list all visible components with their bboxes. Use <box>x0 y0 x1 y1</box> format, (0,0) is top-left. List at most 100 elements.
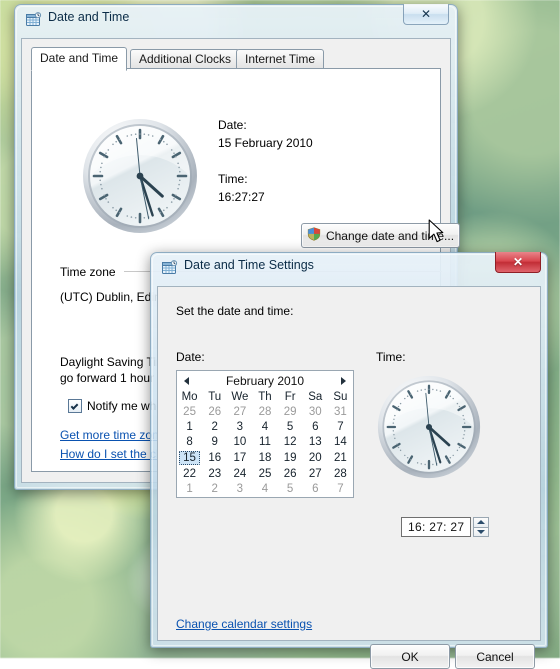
cancel-button-label: Cancel <box>476 649 514 664</box>
time-spinner[interactable]: 16: 27: 27 <box>401 517 490 537</box>
calendar-week-row: 22 23 24 25 26 27 28 <box>177 467 353 482</box>
cancel-button[interactable]: Cancel <box>455 644 535 669</box>
calendar-week-row: 1234567 <box>177 482 353 497</box>
chevron-down-icon <box>477 529 486 534</box>
calendar-week-row: 25 26 27 28 29 30 31 <box>177 405 353 420</box>
calendar-days-body[interactable]: 25 26 27 28 29 30 31 1 2 3 4 5 6 7 8 9 10 11 12 13 14 15 16 17 1… <box>177 405 353 497</box>
change-date-and-time-label: Change date and time... <box>325 228 455 243</box>
change-calendar-settings-link[interactable]: Change calendar settings <box>176 617 312 631</box>
calendar-day-17[interactable]: 17 <box>227 450 252 467</box>
calendar-day-29-other-month[interactable]: 29 <box>278 405 303 420</box>
main-window-titlebar[interactable]: Date and Time ✕ <box>14 4 458 34</box>
calendar-day-9[interactable]: 9 <box>202 435 227 450</box>
calendar-day-26[interactable]: 26 <box>278 467 303 482</box>
calendar-day-27-other-month[interactable]: 27 <box>227 405 252 420</box>
dialog-date-label: Date: <box>176 350 205 364</box>
close-icon: ✕ <box>420 7 432 21</box>
calendar-day-24[interactable]: 24 <box>227 467 252 482</box>
calendar-day-3-other-month[interactable]: 3 <box>227 482 252 497</box>
calendar-weekday-we: We <box>231 391 249 403</box>
calendar-day-18[interactable]: 18 <box>252 450 277 467</box>
dialog-close-button[interactable]: ✕ <box>495 252 541 273</box>
calendar-next-month-arrow[interactable] <box>341 376 346 385</box>
calendar-day-20[interactable]: 20 <box>303 450 328 467</box>
calendar-day-3[interactable]: 3 <box>227 420 252 435</box>
calendar-weekday-tu: Tu <box>208 391 222 403</box>
date-time-icon <box>162 260 178 275</box>
date-value: 15 February 2010 <box>218 136 313 150</box>
calendar-day-25-other-month[interactable]: 25 <box>177 405 202 420</box>
tab-additional-clocks[interactable]: Additional Clocks <box>130 49 241 70</box>
calendar[interactable]: February 2010 Mo Tu We Th Fr Sa Su 25 26 27 28 29 3… <box>176 370 354 498</box>
change-date-and-time-button[interactable]: Change date and time... <box>301 223 460 248</box>
calendar-weekday-sa: Sa <box>308 391 323 403</box>
calendar-day-23[interactable]: 23 <box>202 467 227 482</box>
dialog-client-area: Set the date and time: Date: Time: Febru… <box>157 286 541 669</box>
ok-button-label: OK <box>401 649 419 664</box>
calendar-prev-month-arrow[interactable] <box>184 376 189 385</box>
calendar-day-selected[interactable]: 15 <box>177 450 202 467</box>
main-window-close-button[interactable]: ✕ <box>403 4 449 25</box>
calendar-day-1-other-month[interactable]: 1 <box>177 482 202 497</box>
close-icon: ✕ <box>512 255 524 269</box>
date-time-icon <box>26 12 42 27</box>
calendar-day-16[interactable]: 16 <box>202 450 227 467</box>
calendar-day-31-other-month[interactable]: 31 <box>328 405 353 420</box>
calendar-day-11[interactable]: 11 <box>252 435 277 450</box>
time-spinner-buttons[interactable] <box>473 517 490 537</box>
calendar-day-28-other-month[interactable]: 28 <box>252 405 277 420</box>
time-label: Time: <box>218 172 248 186</box>
calendar-day-6-other-month[interactable]: 6 <box>303 482 328 497</box>
calendar-day-26-other-month[interactable]: 26 <box>202 405 227 420</box>
calendar-day-8[interactable]: 8 <box>177 435 202 450</box>
calendar-day-5[interactable]: 5 <box>278 420 303 435</box>
calendar-day-7[interactable]: 7 <box>328 420 353 435</box>
calendar-weekday-su: Su <box>333 391 348 403</box>
chevron-up-icon <box>477 520 486 525</box>
calendar-week-row: 15 16 17 18 19 20 21 <box>177 450 353 467</box>
ok-button[interactable]: OK <box>370 644 450 669</box>
calendar-week-row: 8 9 10 11 12 13 14 <box>177 435 353 450</box>
time-input[interactable]: 16: 27: 27 <box>401 517 472 537</box>
calendar-day-6[interactable]: 6 <box>303 420 328 435</box>
calendar-day-10[interactable]: 10 <box>227 435 252 450</box>
calendar-day-2-other-month[interactable]: 2 <box>202 482 227 497</box>
calendar-day-19[interactable]: 19 <box>278 450 303 467</box>
time-zone-group-label: Time zone <box>60 265 116 279</box>
calendar-weekday-header: Mo Tu We Th Fr Sa Su <box>177 390 353 405</box>
date-and-time-settings-dialog[interactable]: Date and Time Settings ✕ Set the date an… <box>150 252 548 669</box>
calendar-day-25[interactable]: 25 <box>252 467 277 482</box>
calendar-weekday-th: Th <box>258 391 272 403</box>
calendar-day-28[interactable]: 28 <box>328 467 353 482</box>
calendar-day-7-other-month[interactable]: 7 <box>328 482 353 497</box>
time-spinner-up-button[interactable] <box>473 517 490 528</box>
calendar-day-30-other-month[interactable]: 30 <box>303 405 328 420</box>
calendar-day-13[interactable]: 13 <box>303 435 328 450</box>
calendar-day-4[interactable]: 4 <box>252 420 277 435</box>
shield-icon <box>307 227 321 244</box>
time-value: 16:27:27 <box>218 190 265 204</box>
calendar-day-1[interactable]: 1 <box>177 420 202 435</box>
calendar-day-2[interactable]: 2 <box>202 420 227 435</box>
calendar-month-year: February 2010 <box>225 373 305 388</box>
time-spinner-down-button[interactable] <box>473 527 490 537</box>
main-window-title: Date and Time <box>48 10 130 24</box>
calendar-day-4-other-month[interactable]: 4 <box>252 482 277 497</box>
calendar-day-5-other-month[interactable]: 5 <box>278 482 303 497</box>
calendar-grid[interactable]: Mo Tu We Th Fr Sa Su 25 26 27 28 29 30 31 1 2 3 4 5 6 7 8 9 10… <box>177 390 353 497</box>
calendar-week-row: 1234567 <box>177 420 353 435</box>
notify-checkbox[interactable] <box>68 399 82 413</box>
tab-date-and-time[interactable]: Date and Time <box>31 47 128 71</box>
calendar-day-27[interactable]: 27 <box>303 467 328 482</box>
calendar-day-22[interactable]: 22 <box>177 467 202 482</box>
date-label: Date: <box>218 118 247 132</box>
calendar-day-21[interactable]: 21 <box>328 450 353 467</box>
tab-internet-time[interactable]: Internet Time <box>236 49 325 70</box>
tabstrip[interactable]: Date and Time Additional Clocks Internet… <box>31 47 431 71</box>
dialog-titlebar[interactable]: Date and Time Settings ✕ <box>150 252 548 282</box>
calendar-day-label: 15 <box>179 451 201 465</box>
dst-text-line-2: go forward 1 hour a <box>60 371 165 385</box>
calendar-day-14[interactable]: 14 <box>328 435 353 450</box>
calendar-day-12[interactable]: 12 <box>278 435 303 450</box>
calendar-weekday-fr: Fr <box>284 391 296 403</box>
